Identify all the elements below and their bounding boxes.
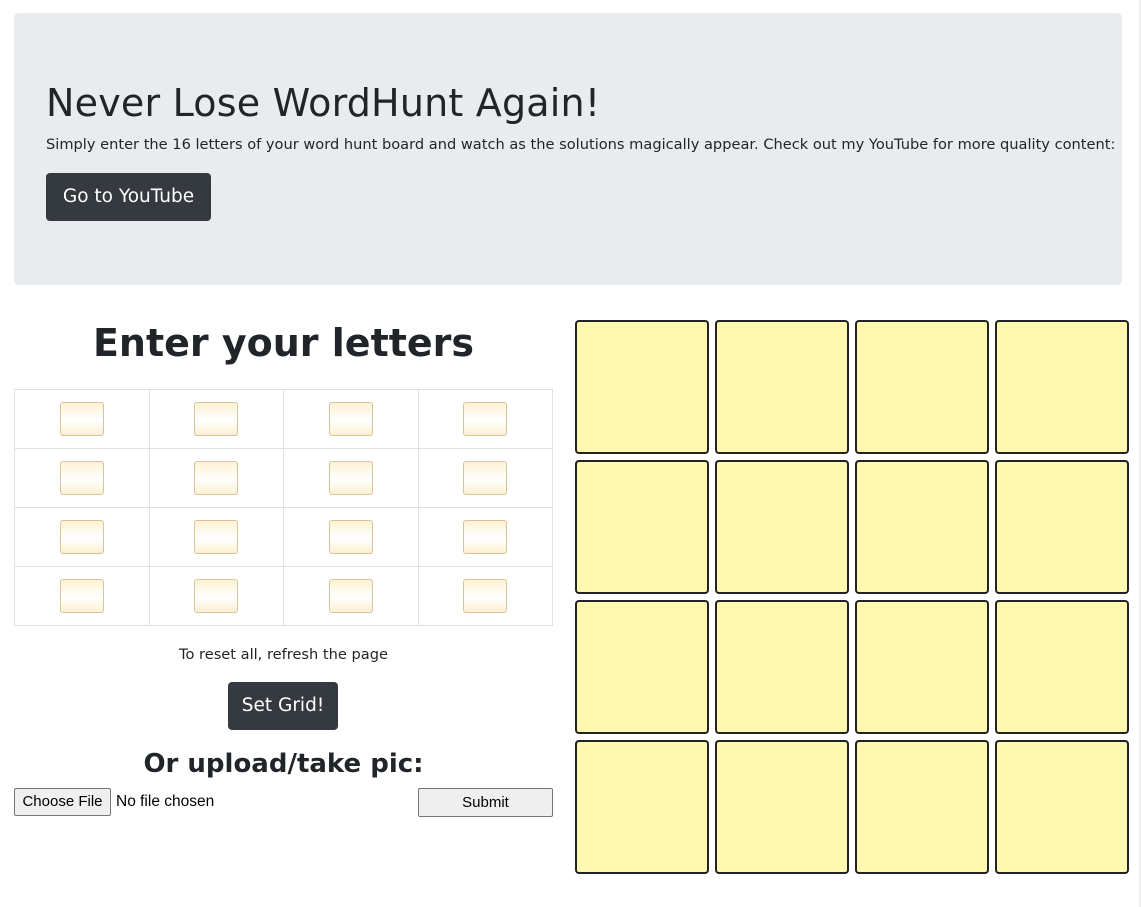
board-tile-1[interactable] — [575, 320, 709, 454]
letter-input-11[interactable] — [328, 520, 373, 554]
choose-file-button[interactable]: Choose File — [14, 788, 111, 816]
letter-grid-cell — [148, 566, 284, 626]
board-tile-13[interactable] — [575, 740, 709, 874]
board-tile-10[interactable] — [715, 600, 849, 734]
board-tile-9[interactable] — [575, 600, 709, 734]
submit-button[interactable]: Submit — [418, 788, 553, 817]
enter-letters-heading: Enter your letters — [92, 321, 475, 365]
board-tile-15[interactable] — [855, 740, 989, 874]
word-hunt-board — [575, 320, 1131, 876]
letter-input-7[interactable] — [328, 461, 373, 495]
letter-input-5[interactable] — [59, 461, 104, 495]
board-tile-12[interactable] — [995, 600, 1129, 734]
letter-grid-cell — [417, 448, 553, 508]
letter-grid-row — [14, 448, 553, 508]
board-tile-5[interactable] — [575, 460, 709, 594]
page-title: Never Lose WordHunt Again! — [46, 81, 601, 125]
letter-grid-cell — [148, 448, 284, 508]
letter-input-6[interactable] — [194, 461, 239, 495]
letter-grid-cell — [283, 566, 419, 626]
board-tile-3[interactable] — [855, 320, 989, 454]
letter-grid-cell — [417, 389, 553, 449]
letter-input-3[interactable] — [328, 402, 373, 436]
letter-grid-row — [14, 507, 553, 567]
upload-heading: Or upload/take pic: — [143, 749, 424, 779]
letter-grid-cell — [14, 566, 150, 626]
board-tile-16[interactable] — [995, 740, 1129, 874]
letter-grid-cell — [148, 507, 284, 567]
letter-grid-cell — [14, 389, 150, 449]
letter-input-2[interactable] — [194, 402, 239, 436]
letter-input-10[interactable] — [194, 520, 239, 554]
letter-input-13[interactable] — [59, 579, 104, 613]
letter-input-9[interactable] — [59, 520, 104, 554]
letter-input-1[interactable] — [59, 402, 104, 436]
letter-grid-cell — [14, 448, 150, 508]
letter-grid-cell — [417, 566, 553, 626]
reset-note: To reset all, refresh the page — [179, 646, 388, 663]
letter-input-16[interactable] — [463, 579, 508, 613]
letter-grid-cell — [283, 448, 419, 508]
set-grid-button[interactable]: Set Grid! — [228, 682, 338, 730]
letter-input-12[interactable] — [463, 520, 508, 554]
letter-grid-cell — [14, 507, 150, 567]
board-tile-7[interactable] — [855, 460, 989, 594]
letter-grid-cell — [148, 389, 284, 449]
letter-grid-row — [14, 566, 553, 626]
letter-input-15[interactable] — [328, 579, 373, 613]
board-tile-6[interactable] — [715, 460, 849, 594]
letter-grid-row — [14, 389, 553, 449]
board-tile-11[interactable] — [855, 600, 989, 734]
letter-input-8[interactable] — [463, 461, 508, 495]
youtube-button[interactable]: Go to YouTube — [46, 173, 211, 221]
letter-grid-cell — [283, 389, 419, 449]
letter-input-grid — [14, 389, 553, 626]
file-status-text: No file chosen — [116, 793, 215, 810]
letter-input-14[interactable] — [194, 579, 239, 613]
board-tile-2[interactable] — [715, 320, 849, 454]
page-description: Simply enter the 16 letters of your word… — [46, 136, 1116, 153]
letter-grid-cell — [417, 507, 553, 567]
hero-banner: Never Lose WordHunt Again! Simply enter … — [14, 13, 1122, 285]
letter-grid-cell — [283, 507, 419, 567]
board-tile-8[interactable] — [995, 460, 1129, 594]
board-tile-14[interactable] — [715, 740, 849, 874]
letter-input-4[interactable] — [463, 402, 508, 436]
board-tile-4[interactable] — [995, 320, 1129, 454]
